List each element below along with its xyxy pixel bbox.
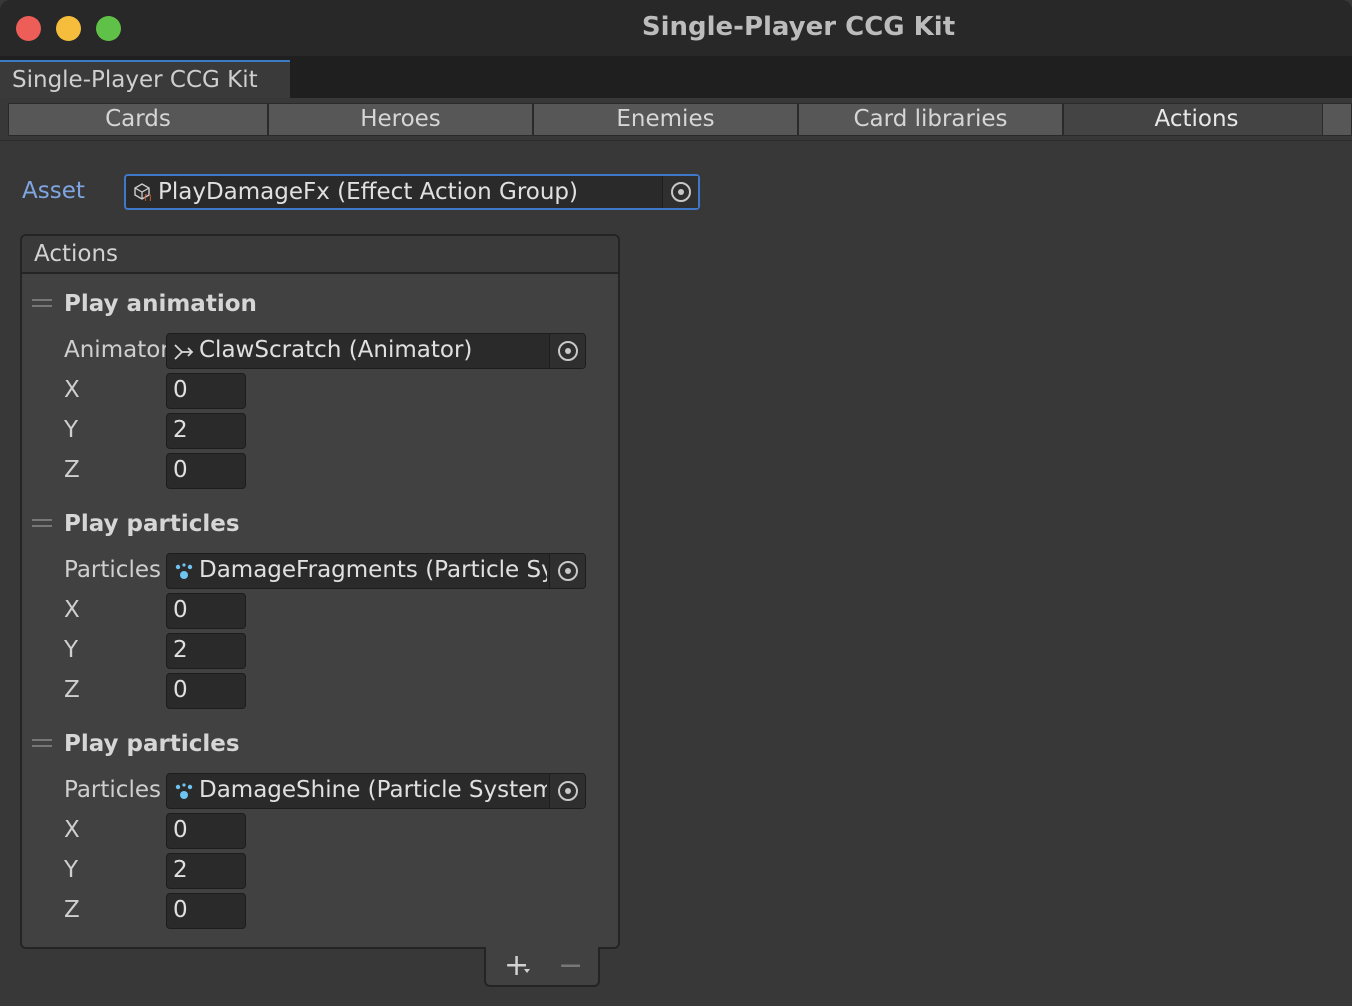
particles-value: DamageShine (Particle System) (199, 777, 547, 803)
asset-value: PlayDamageFx (Effect Action Group) (158, 179, 578, 205)
action-title[interactable]: Play particles (64, 511, 240, 537)
particles-label: Particles (64, 777, 161, 803)
x-field[interactable]: 0 (166, 813, 246, 849)
z-field[interactable]: 0 (166, 893, 246, 929)
actions-list-title: Actions (34, 241, 119, 267)
asset-label: Asset (22, 178, 85, 204)
add-action-button[interactable]: + (504, 949, 529, 983)
particles-object-field[interactable]: DamageFragments (Particle System) (166, 553, 586, 589)
animator-label: Animator (64, 337, 170, 363)
divider (0, 140, 1352, 141)
scriptable-object-icon: {} (133, 183, 153, 202)
animator-value: ClawScratch (Animator) (199, 337, 473, 363)
tab-card-libraries[interactable]: Card libraries (798, 103, 1063, 136)
tab-overflow (1322, 103, 1352, 136)
tab-actions[interactable]: Actions (1063, 103, 1330, 136)
action-title[interactable]: Play animation (64, 291, 257, 317)
dropdown-caret-icon (524, 969, 530, 973)
z-field[interactable]: 0 (166, 673, 246, 709)
window-titlebar: Single-Player CCG Kit (0, 0, 1352, 56)
x-label: X (64, 817, 80, 843)
tab-enemies[interactable]: Enemies (533, 103, 798, 136)
object-picker-icon (558, 561, 578, 581)
x-field[interactable]: 0 (166, 593, 246, 629)
y-label: Y (64, 637, 79, 663)
particles-picker-button[interactable] (549, 554, 585, 588)
remove-action-button[interactable]: − (558, 949, 583, 983)
animator-icon (173, 341, 195, 363)
action-title[interactable]: Play particles (64, 731, 240, 757)
z-field[interactable]: 0 (166, 453, 246, 489)
particles-value: DamageFragments (Particle System) (199, 557, 547, 583)
x-field[interactable]: 0 (166, 373, 246, 409)
z-label: Z (64, 897, 80, 923)
asset-object-field[interactable]: {} PlayDamageFx (Effect Action Group) (124, 174, 700, 210)
x-label: X (64, 377, 80, 403)
x-label: X (64, 597, 80, 623)
actions-list: Actions Play animation Animator ClawScra… (20, 234, 620, 949)
tab-heroes[interactable]: Heroes (268, 103, 533, 136)
svg-text:{}: {} (143, 193, 151, 201)
particle-system-icon (173, 561, 195, 583)
object-picker-icon (671, 182, 691, 202)
y-label: Y (64, 857, 79, 883)
y-field[interactable]: 2 (166, 633, 246, 669)
tab-cards[interactable]: Cards (8, 103, 268, 136)
animator-picker-button[interactable] (549, 334, 585, 368)
y-field[interactable]: 2 (166, 413, 246, 449)
y-field[interactable]: 2 (166, 853, 246, 889)
z-label: Z (64, 677, 80, 703)
object-picker-icon (558, 781, 578, 801)
document-tab[interactable]: Single-Player CCG Kit (0, 60, 290, 98)
nav-tabs: Cards Heroes Enemies Card libraries Acti… (8, 103, 1330, 136)
asset-picker-button[interactable] (662, 176, 698, 208)
y-label: Y (64, 417, 79, 443)
drag-handle-icon[interactable] (32, 299, 52, 308)
object-picker-icon (558, 341, 578, 361)
window-title: Single-Player CCG Kit (641, 12, 956, 42)
particles-picker-button[interactable] (549, 774, 585, 808)
animator-object-field[interactable]: ClawScratch (Animator) (166, 333, 586, 369)
actions-list-footer: + − (484, 947, 600, 987)
particles-object-field[interactable]: DamageShine (Particle System) (166, 773, 586, 809)
particle-system-icon (173, 781, 195, 803)
drag-handle-icon[interactable] (32, 739, 52, 748)
z-label: Z (64, 457, 80, 483)
actions-list-header: Actions (22, 236, 618, 274)
drag-handle-icon[interactable] (32, 519, 52, 528)
document-tab-strip: Single-Player CCG Kit (0, 56, 1352, 98)
particles-label: Particles (64, 557, 161, 583)
